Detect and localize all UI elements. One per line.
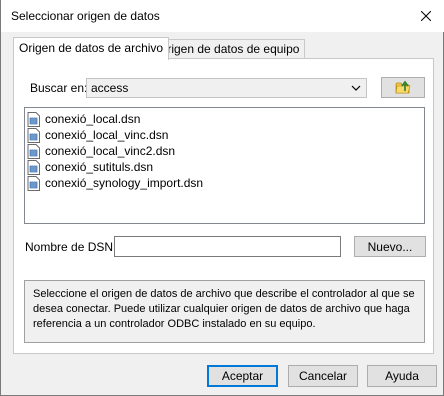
help-button[interactable]: Ayuda [367,365,437,387]
file-name: conexió_local_vinc.dsn [45,128,169,142]
file-name: conexió_local_vinc2.dsn [45,144,176,158]
list-item[interactable]: conexió_local.dsn [27,111,140,127]
tab-machine-data-source[interactable]: Origen de datos de equipo [152,39,306,58]
list-item[interactable]: conexió_local_vinc.dsn [27,127,168,143]
dsn-name-label: Nombre de DSN: [25,240,117,254]
description-box: Seleccione el origen de datos de archivo… [24,280,425,343]
cancel-button-label: Cancelar [298,369,348,383]
tab-file-data-source[interactable]: Origen de datos de archivo [13,37,170,60]
dsn-name-field[interactable] [114,236,341,257]
file-list[interactable]: conexió_local.dsn conexió_local_vinc.dsn… [24,107,425,224]
dsn-file-icon [27,175,40,191]
list-item[interactable]: conexió_local_vinc2.dsn [27,143,175,159]
new-button-label: Nuevo... [367,239,413,254]
close-button[interactable] [407,0,444,32]
window-title: Seleccionar origen de datos [11,9,160,23]
tab-label: Origen de datos de archivo [19,41,164,55]
tab-label: Origen de datos de equipo [158,42,300,56]
file-name: conexió_synology_import.dsn [45,176,204,190]
cancel-button[interactable]: Cancelar [288,365,358,387]
accept-button[interactable]: Aceptar [207,365,278,387]
folder-up-icon [395,80,411,94]
file-name: conexió_local.dsn [45,112,141,126]
dsn-file-icon [27,159,40,175]
up-one-level-button[interactable] [381,77,425,98]
close-icon [421,11,431,21]
new-button[interactable]: Nuevo... [354,236,426,257]
dsn-file-icon [27,143,40,159]
file-name: conexió_sutituls.dsn [45,160,154,174]
tab-strip: Origen de datos de archivo Origen de dat… [13,37,433,60]
list-item[interactable]: conexió_synology_import.dsn [27,175,203,191]
select-data-source-dialog: Seleccionar origen de datos Origen de da… [0,0,444,396]
dsn-file-icon [27,127,40,143]
look-in-dropdown[interactable]: access [86,78,367,98]
look-in-label: Buscar en: [30,81,88,95]
chevron-down-icon [351,85,361,91]
accept-button-label: Aceptar [221,369,264,383]
title-bar[interactable]: Seleccionar origen de datos [1,0,444,32]
list-item[interactable]: conexió_sutituls.dsn [27,159,153,175]
description-text: Seleccione el origen de datos de archivo… [33,288,415,330]
look-in-value: access [91,81,129,95]
help-button-label: Ayuda [385,369,419,383]
dsn-file-icon [27,111,40,127]
